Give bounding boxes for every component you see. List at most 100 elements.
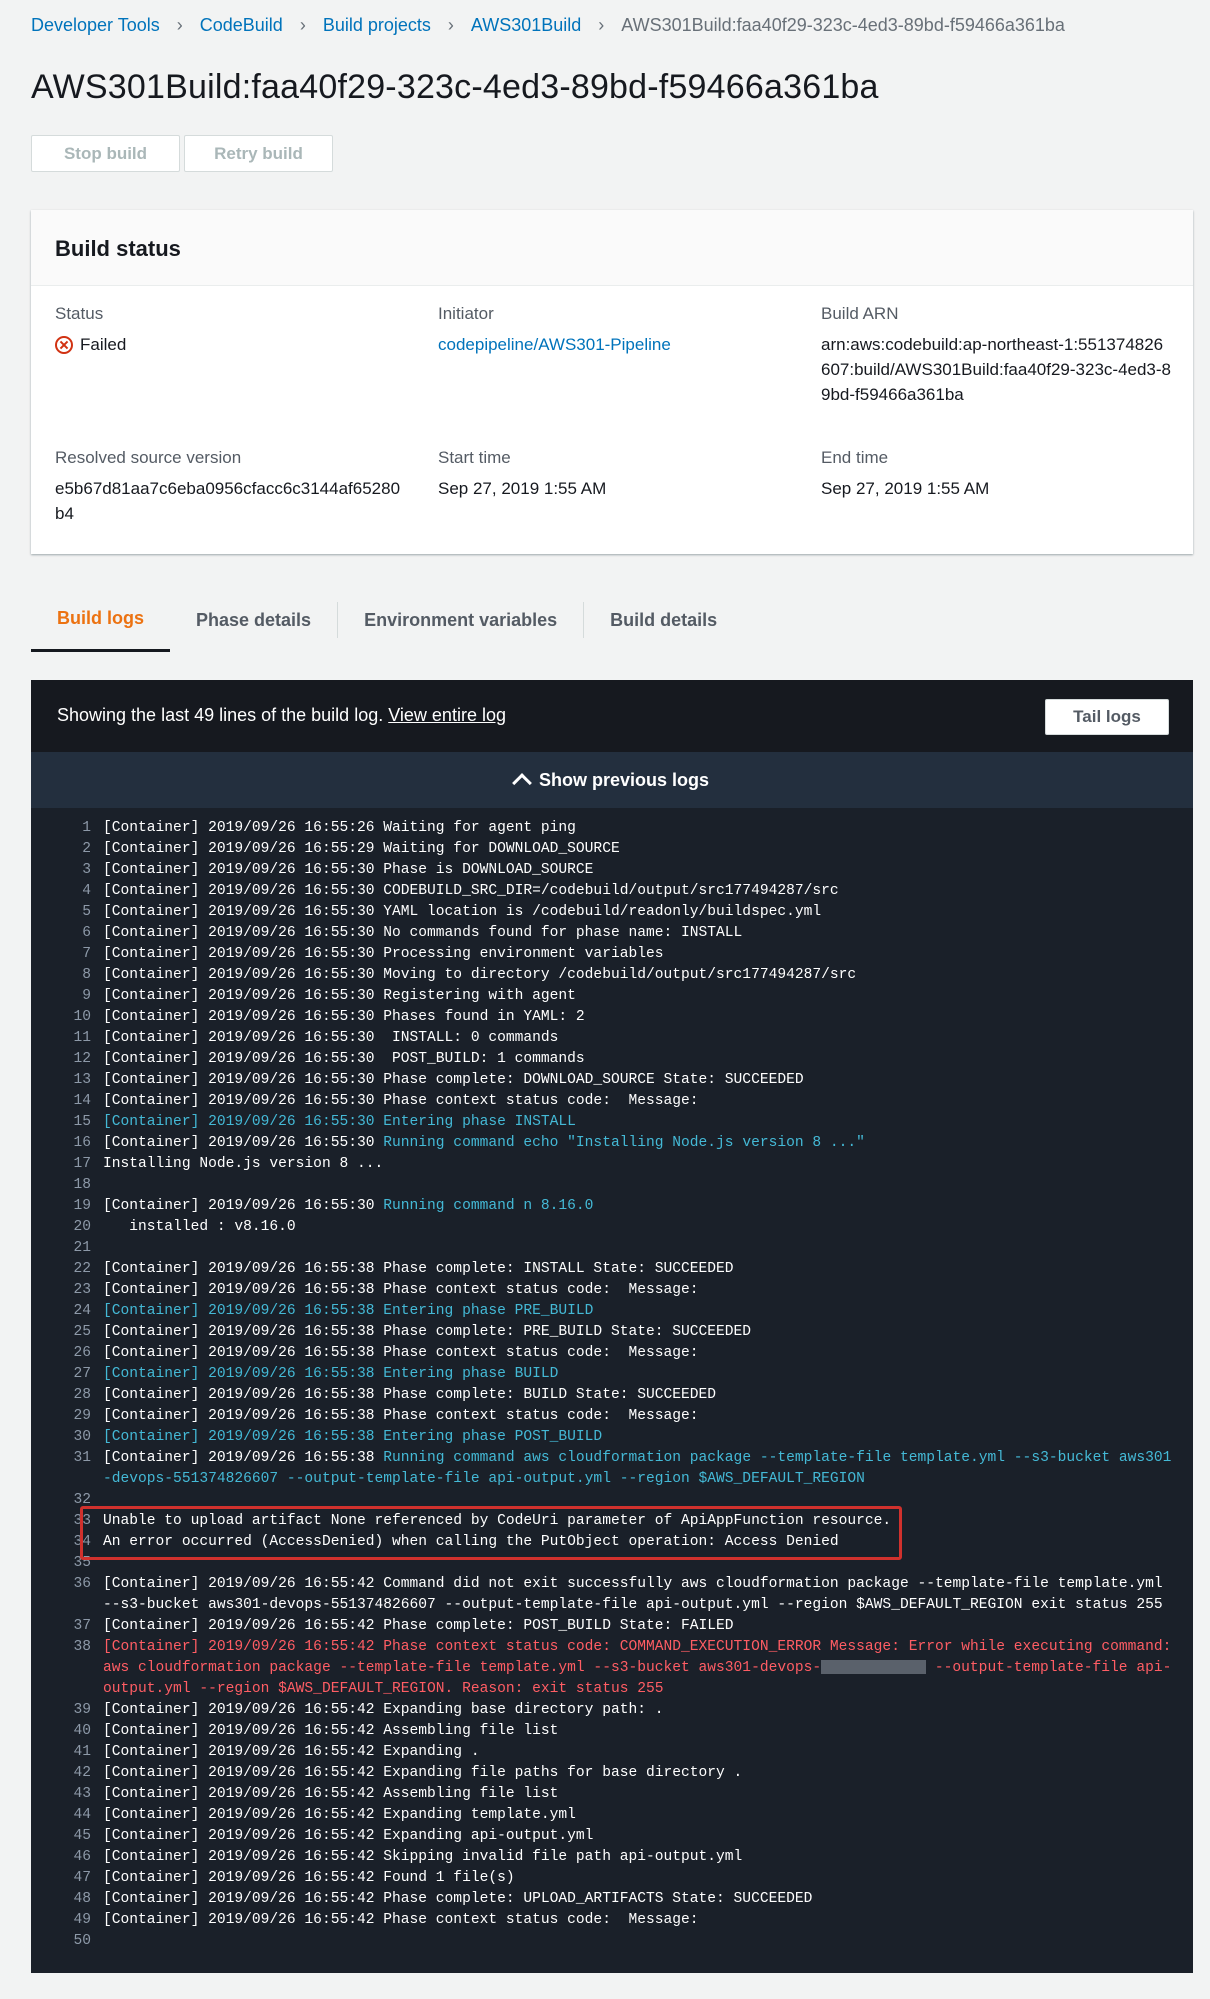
chevron-right-icon: ›	[598, 15, 605, 35]
log-line: 13 [Container] 2019/09/26 16:55:30 Phase …	[31, 1070, 1193, 1091]
log-line: 19 [Container] 2019/09/26 16:55:30 Runnin…	[31, 1196, 1193, 1217]
log-line-text: An error occurred (AccessDenied) when ca…	[103, 1534, 839, 1550]
log-line-text	[103, 1490, 1193, 1511]
log-line-number: 40	[73, 1723, 91, 1739]
initiator-link[interactable]: codepipeline/AWS301-Pipeline	[438, 332, 798, 357]
view-entire-log-link[interactable]: View entire log	[388, 705, 506, 725]
log-line-text: Installing Node.js version 8 ...	[103, 1156, 384, 1172]
log-line-prefix: [Container] 2019/09/26 16:55:38	[103, 1450, 384, 1466]
log-line-text: [Container] 2019/09/26 16:55:29 Waiting …	[103, 841, 620, 857]
tail-logs-button[interactable]: Tail logs	[1045, 699, 1169, 735]
log-line-text: [Container] 2019/09/26 16:55:38 Phase co…	[103, 1261, 734, 1277]
stop-build-button[interactable]: Stop build	[31, 135, 180, 172]
breadcrumb-developer-tools[interactable]: Developer Tools	[31, 15, 160, 36]
log-line-text: [Container] 2019/09/26 16:55:30 Moving t…	[103, 967, 857, 983]
log-line-number: 46	[73, 1849, 91, 1865]
log-line-text: [Container] 2019/09/26 16:55:30 Processi…	[103, 946, 664, 962]
log-line-number: 22	[73, 1261, 91, 1277]
source-version-value: e5b67d81aa7c6eba0956cfacc6c3144af65280b4	[55, 479, 401, 523]
log-line-number: 30	[73, 1429, 91, 1445]
retry-build-button[interactable]: Retry build	[184, 135, 333, 172]
status-field: Status Failed	[55, 302, 415, 357]
log-line-number: 37	[73, 1618, 91, 1634]
tab-build-logs[interactable]: Build logs	[31, 588, 170, 652]
show-previous-logs-button[interactable]: Show previous logs	[31, 752, 1193, 808]
log-line: 46 [Container] 2019/09/26 16:55:42 Skippi…	[31, 1847, 1193, 1868]
log-line-text: [Container] 2019/09/26 16:55:42 Assembli…	[103, 1786, 559, 1802]
status-value: Failed	[80, 335, 127, 354]
log-line: 48 [Container] 2019/09/26 16:55:42 Phase …	[31, 1889, 1193, 1910]
log-line-text	[103, 1931, 1193, 1952]
log-line-number: 36	[73, 1576, 91, 1592]
log-line: 49 [Container] 2019/09/26 16:55:42 Phase …	[31, 1910, 1193, 1931]
initiator-field: Initiator codepipeline/AWS301-Pipeline	[438, 302, 798, 357]
log-line-text: installed : v8.16.0	[103, 1219, 296, 1235]
breadcrumb-current: AWS301Build:faa40f29-323c-4ed3-89bd-f594…	[621, 15, 1065, 35]
log-line-text	[103, 1238, 1193, 1259]
log-line: 22 [Container] 2019/09/26 16:55:38 Phase …	[31, 1259, 1193, 1280]
breadcrumb-project[interactable]: AWS301Build	[471, 15, 581, 36]
status-badge: Failed	[55, 332, 415, 357]
log-line: 18	[31, 1175, 1193, 1196]
chevron-right-icon: ›	[176, 15, 183, 35]
log-info: Showing the last 49 lines of the build l…	[57, 705, 506, 726]
log-line-text: [Container] 2019/09/26 16:55:30 POST_BUI…	[103, 1051, 585, 1067]
log-line-text: [Container] 2019/09/26 16:55:42 Phase co…	[103, 1618, 734, 1634]
log-line: 16 [Container] 2019/09/26 16:55:30 Runnin…	[31, 1133, 1193, 1154]
log-line: 36 [Container] 2019/09/26 16:55:42 Comman…	[31, 1574, 1193, 1616]
log-line: 40 [Container] 2019/09/26 16:55:42 Assemb…	[31, 1721, 1193, 1742]
log-line-number: 19	[73, 1198, 91, 1214]
log-line-text: [Container] 2019/09/26 16:55:30 Entering…	[103, 1114, 576, 1130]
log-line: 25 [Container] 2019/09/26 16:55:38 Phase …	[31, 1322, 1193, 1343]
log-line-number: 17	[73, 1156, 91, 1172]
start-time-field: Start time Sep 27, 2019 1:55 AM	[438, 446, 798, 501]
log-line: 7 [Container] 2019/09/26 16:55:30 Process…	[31, 944, 1193, 965]
log-line: 44 [Container] 2019/09/26 16:55:42 Expand…	[31, 1805, 1193, 1826]
log-line: 41 [Container] 2019/09/26 16:55:42 Expand…	[31, 1742, 1193, 1763]
chevron-right-icon: ›	[447, 15, 454, 35]
log-line-text: [Container] 2019/09/26 16:55:38 Phase co…	[103, 1282, 699, 1298]
breadcrumb-codebuild[interactable]: CodeBuild	[200, 15, 283, 36]
log-line: 8 [Container] 2019/09/26 16:55:30 Moving …	[31, 965, 1193, 986]
log-line-number: 31	[73, 1450, 91, 1466]
log-line-text: [Container] 2019/09/26 16:55:42 Expandin…	[103, 1765, 743, 1781]
log-line-number: 29	[73, 1408, 91, 1424]
log-line-number: 23	[73, 1282, 91, 1298]
log-line-text: [Container] 2019/09/26 16:55:42 Expandin…	[103, 1828, 594, 1844]
log-line: 50	[31, 1931, 1193, 1952]
chevron-right-icon: ›	[299, 15, 306, 35]
log-line-number: 13	[73, 1072, 91, 1088]
build-status-header: Build status	[31, 210, 1193, 286]
tab-environment-variables[interactable]: Environment variables	[338, 588, 583, 652]
tab-build-details[interactable]: Build details	[584, 588, 743, 652]
log-line: 35	[31, 1553, 1193, 1574]
build-log-panel: Showing the last 49 lines of the build l…	[31, 680, 1193, 1973]
log-line-number: 15	[73, 1114, 91, 1130]
log-line-text: [Container] 2019/09/26 16:55:42 Expandin…	[103, 1807, 576, 1823]
log-line-text: [Container] 2019/09/26 16:55:30 INSTALL:…	[103, 1030, 559, 1046]
page-title: AWS301Build:faa40f29-323c-4ed3-89bd-f594…	[31, 68, 879, 106]
log-line-text: [Container] 2019/09/26 16:55:42 Expandin…	[103, 1702, 664, 1718]
log-line: 12 [Container] 2019/09/26 16:55:30 POST_B…	[31, 1049, 1193, 1070]
log-line: 45 [Container] 2019/09/26 16:55:42 Expand…	[31, 1826, 1193, 1847]
log-line-text: [Container] 2019/09/26 16:55:30 Running …	[103, 1196, 1193, 1217]
log-line-text: [Container] 2019/09/26 16:55:26 Waiting …	[103, 820, 576, 836]
tab-phase-details[interactable]: Phase details	[170, 588, 337, 652]
log-line-text: [Container] 2019/09/26 16:55:42 Assembli…	[103, 1723, 559, 1739]
log-line: 11 [Container] 2019/09/26 16:55:30 INSTAL…	[31, 1028, 1193, 1049]
log-line: 42 [Container] 2019/09/26 16:55:42 Expand…	[31, 1763, 1193, 1784]
log-line-text	[103, 1553, 1193, 1574]
breadcrumb-build-projects[interactable]: Build projects	[323, 15, 431, 36]
log-line-number: 1	[82, 820, 91, 836]
log-line-number: 10	[73, 1009, 91, 1025]
log-line: 23 [Container] 2019/09/26 16:55:38 Phase …	[31, 1280, 1193, 1301]
log-line-text: [Container] 2019/09/26 16:55:42 Expandin…	[103, 1744, 480, 1760]
build-status-panel: Build status Status Failed Initiator cod…	[31, 210, 1193, 554]
show-previous-logs-label: Show previous logs	[538, 769, 710, 790]
log-line-number: 16	[73, 1135, 91, 1151]
log-line: 21	[31, 1238, 1193, 1259]
log-line-number: 11	[73, 1030, 91, 1046]
log-line: 27 [Container] 2019/09/26 16:55:38 Enteri…	[31, 1364, 1193, 1385]
log-line: 1 [Container] 2019/09/26 16:55:26 Waiting…	[31, 818, 1193, 839]
log-line-text: [Container] 2019/09/26 16:55:30 Register…	[103, 988, 576, 1004]
